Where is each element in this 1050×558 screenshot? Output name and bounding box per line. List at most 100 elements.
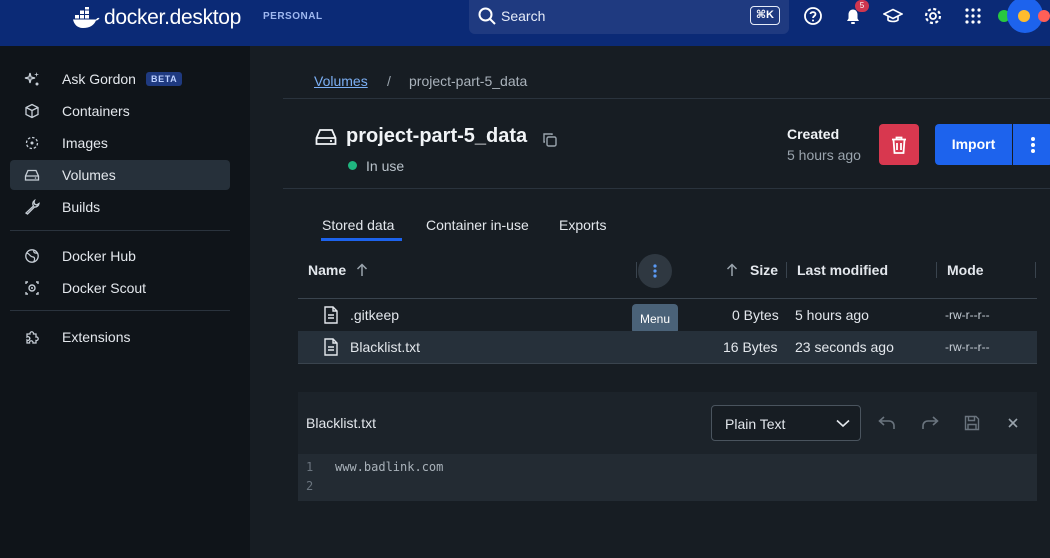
- column-menu-button[interactable]: [638, 254, 672, 288]
- column-header-size[interactable]: Size: [750, 262, 778, 278]
- sidebar-item-docker-hub[interactable]: Docker Hub: [10, 241, 230, 271]
- file-modified: 5 hours ago: [795, 307, 869, 323]
- table-row[interactable]: Blacklist.txt 16 Bytes 23 seconds ago -r…: [298, 331, 1037, 363]
- search-icon: [478, 7, 496, 25]
- line-number: 1: [306, 460, 314, 474]
- sidebar-divider: [10, 230, 230, 231]
- active-tab-indicator: [321, 238, 402, 241]
- close-icon[interactable]: [1002, 412, 1024, 434]
- sidebar-item-label: Extensions: [62, 329, 131, 345]
- column-header-mode[interactable]: Mode: [947, 262, 984, 278]
- learning-center-icon[interactable]: [881, 4, 905, 28]
- save-icon[interactable]: [961, 412, 983, 434]
- window-minimize-dot[interactable]: [1018, 10, 1030, 22]
- beta-badge: BETA: [146, 72, 183, 86]
- sidebar-item-label: Images: [62, 135, 108, 151]
- drive-icon: [315, 129, 337, 145]
- kebab-menu-icon: [1031, 136, 1035, 153]
- more-actions-button[interactable]: [1013, 124, 1050, 165]
- column-resize-handle[interactable]: [786, 262, 787, 278]
- breadcrumb-volumes-link[interactable]: Volumes: [314, 73, 368, 89]
- header-divider: [283, 188, 1050, 189]
- sidebar-item-label: Ask Gordon: [62, 71, 136, 87]
- copy-icon[interactable]: [542, 132, 558, 148]
- sidebar: Ask Gordon BETA Containers Images Volume…: [0, 46, 250, 558]
- docker-logo[interactable]: docker.desktop: [72, 6, 241, 30]
- sidebar-item-label: Docker Hub: [62, 248, 136, 264]
- file-modified: 23 seconds ago: [795, 339, 894, 355]
- import-button[interactable]: Import: [935, 124, 1012, 165]
- sidebar-item-extensions[interactable]: Extensions: [10, 322, 230, 352]
- docker-whale-icon: [73, 7, 100, 28]
- settings-gear-icon[interactable]: [921, 4, 945, 28]
- column-header-last-modified[interactable]: Last modified: [797, 262, 888, 278]
- file-mode: -rw-r--r--: [945, 340, 990, 354]
- delete-button[interactable]: [879, 124, 919, 165]
- file-icon: [324, 306, 338, 324]
- table-row[interactable]: .gitkeep 0 Bytes 5 hours ago -rw-r--r--: [298, 299, 1037, 331]
- column-resize-handle[interactable]: [936, 262, 937, 278]
- main-panel: Volumes / project-part-5_data project-pa…: [250, 46, 1050, 558]
- code-editor[interactable]: 1 www.badlink.com 2: [298, 454, 1037, 501]
- sidebar-item-ask-gordon[interactable]: Ask Gordon BETA: [10, 64, 230, 94]
- sidebar-item-containers[interactable]: Containers: [10, 96, 230, 126]
- language-select[interactable]: Plain Text: [711, 405, 861, 441]
- redo-icon[interactable]: [919, 412, 941, 434]
- sidebar-item-docker-scout[interactable]: Docker Scout: [10, 273, 230, 303]
- notification-badge: 5: [855, 0, 869, 12]
- file-icon: [324, 338, 338, 356]
- file-size: 0 Bytes: [732, 307, 779, 323]
- row-divider: [298, 363, 1037, 364]
- sidebar-item-label: Builds: [62, 199, 101, 215]
- line-number: 2: [306, 479, 314, 493]
- drive-icon: [24, 169, 40, 181]
- editor-toolbar: Blacklist.txt Plain Text: [298, 392, 1037, 454]
- image-layers-icon: [25, 136, 39, 150]
- chevron-down-icon: [836, 419, 850, 428]
- code-line: www.badlink.com: [335, 460, 444, 474]
- undo-icon[interactable]: [876, 412, 898, 434]
- volume-detail-view: Volumes / project-part-5_data project-pa…: [266, 46, 1050, 549]
- sort-ascending-icon[interactable]: [726, 263, 738, 277]
- file-mode: -rw-r--r--: [945, 308, 990, 322]
- sort-ascending-icon[interactable]: [356, 263, 368, 277]
- created-value: 5 hours ago: [787, 147, 861, 163]
- search-bar[interactable]: Search ⌘K: [469, 0, 789, 34]
- wrench-icon: [24, 199, 40, 215]
- globe-icon: [25, 249, 39, 263]
- column-header-name[interactable]: Name: [308, 262, 346, 278]
- file-size: 16 Bytes: [723, 339, 778, 355]
- column-resize-handle[interactable]: [1035, 262, 1036, 278]
- sidebar-divider: [10, 310, 230, 311]
- apps-grid-icon[interactable]: [961, 4, 985, 28]
- editor-file-name: Blacklist.txt: [306, 415, 377, 431]
- search-shortcut: ⌘K: [749, 6, 780, 25]
- top-bar: docker.desktop PERSONAL Search ⌘K 5: [0, 0, 1050, 46]
- window-close-dot[interactable]: [1038, 10, 1050, 22]
- page-title: project-part-5_data: [346, 125, 528, 147]
- file-name: Blacklist.txt: [350, 339, 421, 355]
- tab-exports[interactable]: Exports: [559, 217, 606, 233]
- sidebar-item-images[interactable]: Images: [10, 128, 230, 158]
- scout-icon: [25, 281, 39, 295]
- help-icon[interactable]: [801, 4, 825, 28]
- sidebar-item-label: Volumes: [62, 167, 116, 183]
- cube-icon: [25, 103, 39, 119]
- column-resize-handle[interactable]: [636, 262, 637, 278]
- tab-container-in-use[interactable]: Container in-use: [426, 217, 529, 233]
- search-placeholder: Search: [501, 8, 546, 24]
- brand-name: docker.desktop: [104, 6, 242, 29]
- status-indicator-dot: [348, 161, 357, 170]
- tab-stored-data[interactable]: Stored data: [322, 217, 394, 233]
- breadcrumb-current: project-part-5_data: [409, 73, 528, 89]
- sidebar-item-builds[interactable]: Builds: [10, 192, 230, 222]
- puzzle-icon: [26, 331, 39, 344]
- breadcrumb-divider: [283, 98, 1050, 99]
- sidebar-item-volumes[interactable]: Volumes: [10, 160, 230, 190]
- plan-label: PERSONAL: [263, 11, 323, 22]
- trash-icon: [892, 136, 906, 154]
- file-name: .gitkeep: [350, 307, 400, 323]
- language-select-value: Plain Text: [725, 416, 786, 432]
- sparkle-icon: [24, 72, 39, 86]
- breadcrumb-separator: /: [387, 73, 391, 89]
